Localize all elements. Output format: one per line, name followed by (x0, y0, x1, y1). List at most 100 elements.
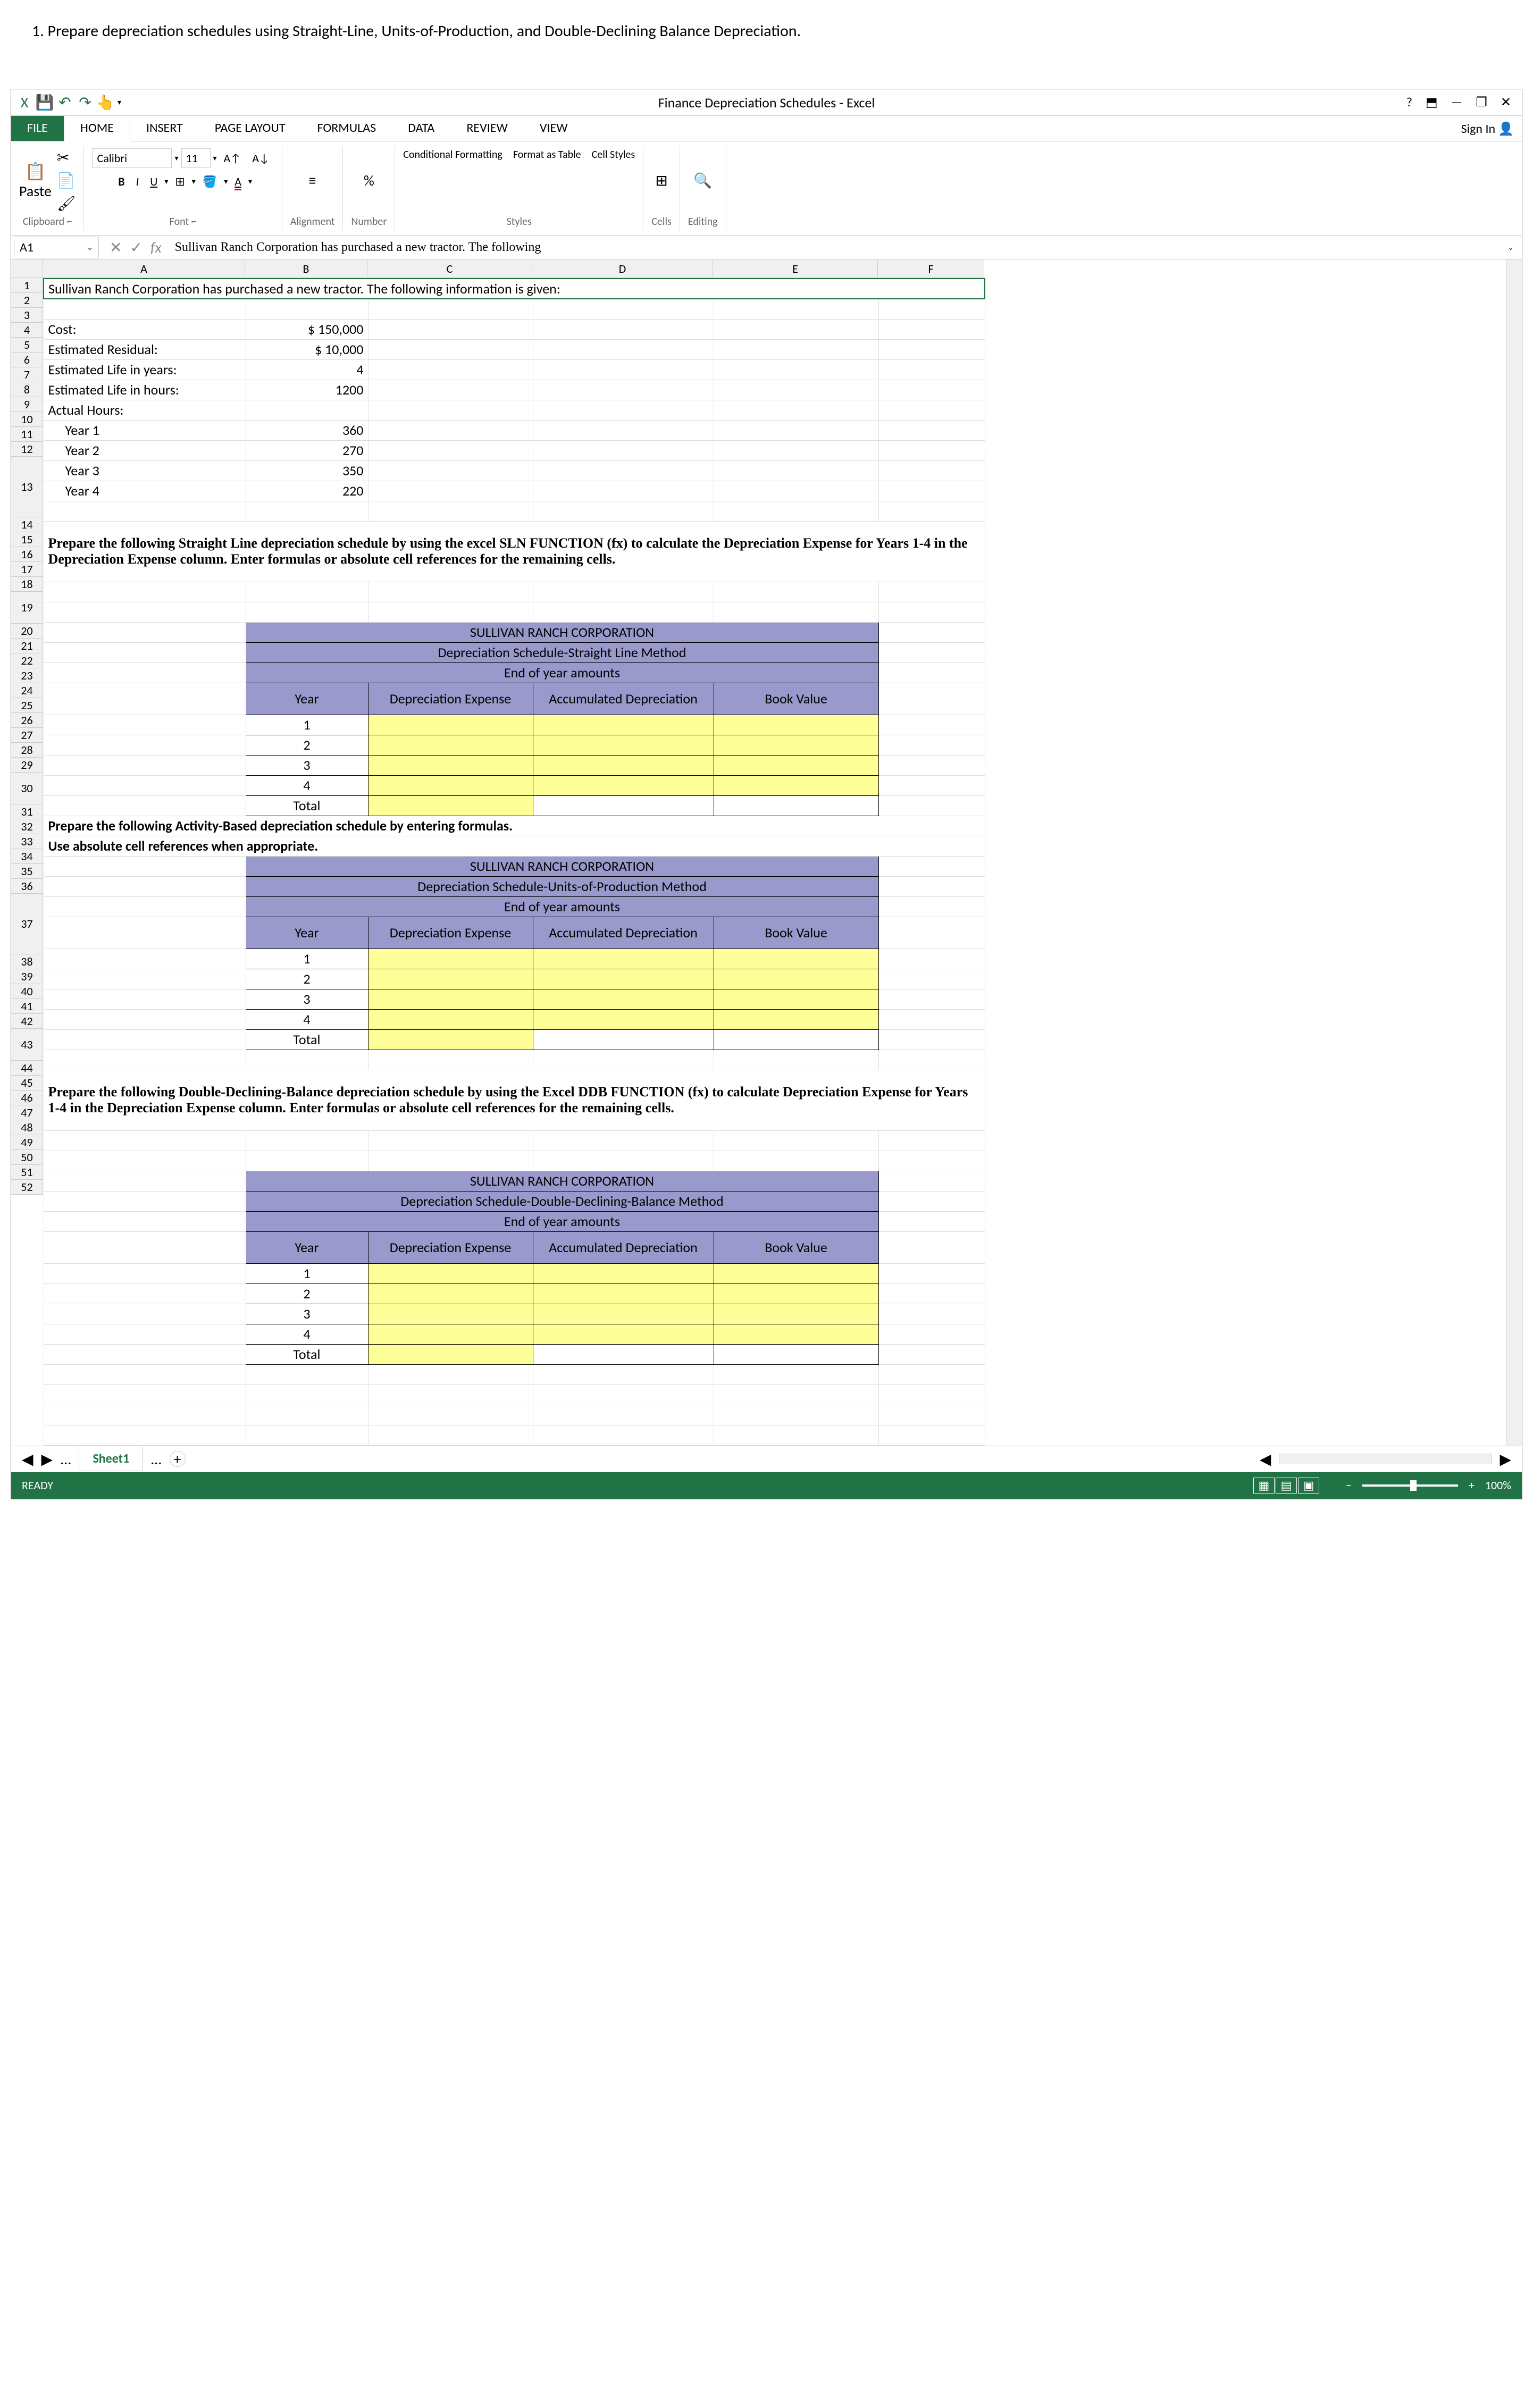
number-label[interactable]: Number (351, 215, 387, 228)
row-header[interactable]: 32 (11, 819, 43, 834)
cancel-formula-icon[interactable]: ✕ (110, 238, 122, 257)
close-icon[interactable]: ✕ (1501, 95, 1511, 110)
percent-icon[interactable]: % (364, 171, 374, 190)
redo-icon[interactable]: ↷ (77, 95, 93, 111)
row-header[interactable]: 30 (11, 773, 43, 804)
tab-home[interactable]: HOME (64, 114, 130, 141)
spreadsheet-grid[interactable]: Sullivan Ranch Corporation has purchased… (43, 278, 985, 1446)
bold-button[interactable]: B (114, 172, 129, 191)
row-header[interactable]: 20 (11, 624, 43, 639)
column-header-b[interactable]: B (245, 259, 367, 278)
tab-view[interactable]: VIEW (524, 115, 584, 141)
formula-bar[interactable]: Sullivan Ranch Corporation has purchased… (170, 238, 1500, 257)
row-header[interactable]: 33 (11, 834, 43, 849)
undo-icon[interactable]: ↶ (57, 95, 73, 111)
column-header-a[interactable]: A (43, 259, 245, 278)
border-button[interactable]: ⊞ (171, 172, 189, 191)
page-break-view-icon[interactable]: ▣ (1298, 1478, 1319, 1494)
restore-icon[interactable]: ❐ (1476, 95, 1487, 110)
horizontal-scrollbar[interactable] (1279, 1454, 1492, 1464)
row-header[interactable]: 48 (11, 1120, 43, 1135)
row-header[interactable]: 5 (11, 338, 43, 353)
page-layout-view-icon[interactable]: ▤ (1276, 1478, 1297, 1494)
expand-formula-bar-icon[interactable]: ⌄ (1500, 243, 1522, 252)
row-header[interactable]: 36 (11, 879, 43, 894)
column-header-e[interactable]: E (713, 259, 878, 278)
sign-in-button[interactable]: Sign In👤 (1453, 117, 1522, 141)
paste-icon[interactable]: 📋 (25, 161, 46, 182)
row-header[interactable]: 13 (11, 457, 43, 517)
help-icon[interactable]: ? (1406, 95, 1412, 110)
save-icon[interactable]: 💾 (37, 95, 53, 111)
row-header[interactable]: 23 (11, 668, 43, 683)
row-header[interactable]: 28 (11, 743, 43, 758)
row-header[interactable]: 11 (11, 427, 43, 442)
row-header[interactable]: 39 (11, 969, 43, 984)
row-header[interactable]: 34 (11, 849, 43, 864)
tab-data[interactable]: DATA (392, 115, 450, 141)
tab-review[interactable]: REVIEW (450, 115, 523, 141)
row-header[interactable]: 21 (11, 639, 43, 653)
tab-file[interactable]: FILE (11, 115, 64, 141)
cut-icon[interactable]: ✂ (57, 148, 76, 167)
font-dropdown-icon[interactable]: ▾ (174, 154, 178, 163)
minimize-icon[interactable]: — (1451, 95, 1463, 110)
row-header[interactable]: 40 (11, 984, 43, 999)
row-header[interactable]: 9 (11, 397, 43, 412)
scroll-right-icon[interactable]: ▶ (1500, 1450, 1511, 1469)
enter-formula-icon[interactable]: ✓ (130, 238, 142, 257)
row-header[interactable]: 19 (11, 592, 43, 624)
row-header[interactable]: 6 (11, 353, 43, 367)
row-header[interactable]: 44 (11, 1061, 43, 1076)
row-header[interactable]: 25 (11, 698, 43, 713)
sheet-tab-sheet1[interactable]: Sheet1 (79, 1447, 143, 1471)
row-header[interactable]: 51 (11, 1165, 43, 1180)
row-header[interactable]: 12 (11, 442, 43, 457)
zoom-in-icon[interactable]: + (1469, 1478, 1475, 1492)
underline-button[interactable]: U (146, 172, 162, 191)
zoom-level[interactable]: 100% (1485, 1478, 1511, 1492)
tab-insert[interactable]: INSERT (130, 115, 199, 141)
row-header[interactable]: 35 (11, 864, 43, 879)
fill-color-button[interactable]: 🪣 (198, 172, 221, 191)
paste-button[interactable]: Paste (19, 182, 52, 200)
fx-icon[interactable]: fx (150, 238, 162, 257)
zoom-slider[interactable] (1362, 1484, 1458, 1487)
row-header[interactable]: 47 (11, 1105, 43, 1120)
format-as-table-button[interactable]: Format as Table (513, 148, 581, 161)
row-header[interactable]: 2 (11, 293, 43, 308)
row-header[interactable]: 14 (11, 517, 43, 532)
row-header[interactable]: 22 (11, 653, 43, 668)
tab-formulas[interactable]: FORMULAS (301, 115, 392, 141)
row-header[interactable]: 15 (11, 532, 43, 547)
next-sheet-icon[interactable]: ▶ (41, 1450, 53, 1469)
row-header[interactable]: 17 (11, 562, 43, 577)
column-header-d[interactable]: D (532, 259, 713, 278)
row-header[interactable]: 10 (11, 412, 43, 427)
prev-sheet-icon[interactable]: ◀ (22, 1450, 33, 1469)
row-header[interactable]: 16 (11, 547, 43, 562)
row-header[interactable]: 43 (11, 1029, 43, 1061)
row-header[interactable]: 4 (11, 323, 43, 338)
font-size-selector[interactable]: 11 (181, 148, 211, 168)
normal-view-icon[interactable]: ▦ (1253, 1478, 1275, 1494)
row-header[interactable]: 8 (11, 382, 43, 397)
italic-button[interactable]: I (132, 172, 144, 191)
new-sheet-icon[interactable]: + (170, 1451, 186, 1467)
row-header[interactable]: 27 (11, 728, 43, 743)
sheet-menu-icon[interactable]: … (151, 1450, 161, 1469)
cells-label[interactable]: Cells (651, 215, 672, 228)
column-header-f[interactable]: F (878, 259, 984, 278)
cells-icon[interactable]: ⊞ (655, 171, 667, 190)
row-header[interactable]: 42 (11, 1014, 43, 1029)
find-icon[interactable]: 🔍 (693, 171, 712, 190)
namebox-dropdown-icon[interactable]: ⌄ (87, 243, 93, 252)
touch-mode-icon[interactable]: 👆 (97, 95, 113, 111)
row-header[interactable]: 24 (11, 683, 43, 698)
cell[interactable]: Sullivan Ranch Corporation has purchased… (44, 279, 985, 299)
row-header[interactable]: 41 (11, 999, 43, 1014)
row-header[interactable]: 18 (11, 577, 43, 592)
row-header[interactable]: 1 (11, 278, 43, 293)
decrease-font-icon[interactable]: A↓ (248, 149, 274, 167)
editing-label[interactable]: Editing (688, 215, 718, 228)
